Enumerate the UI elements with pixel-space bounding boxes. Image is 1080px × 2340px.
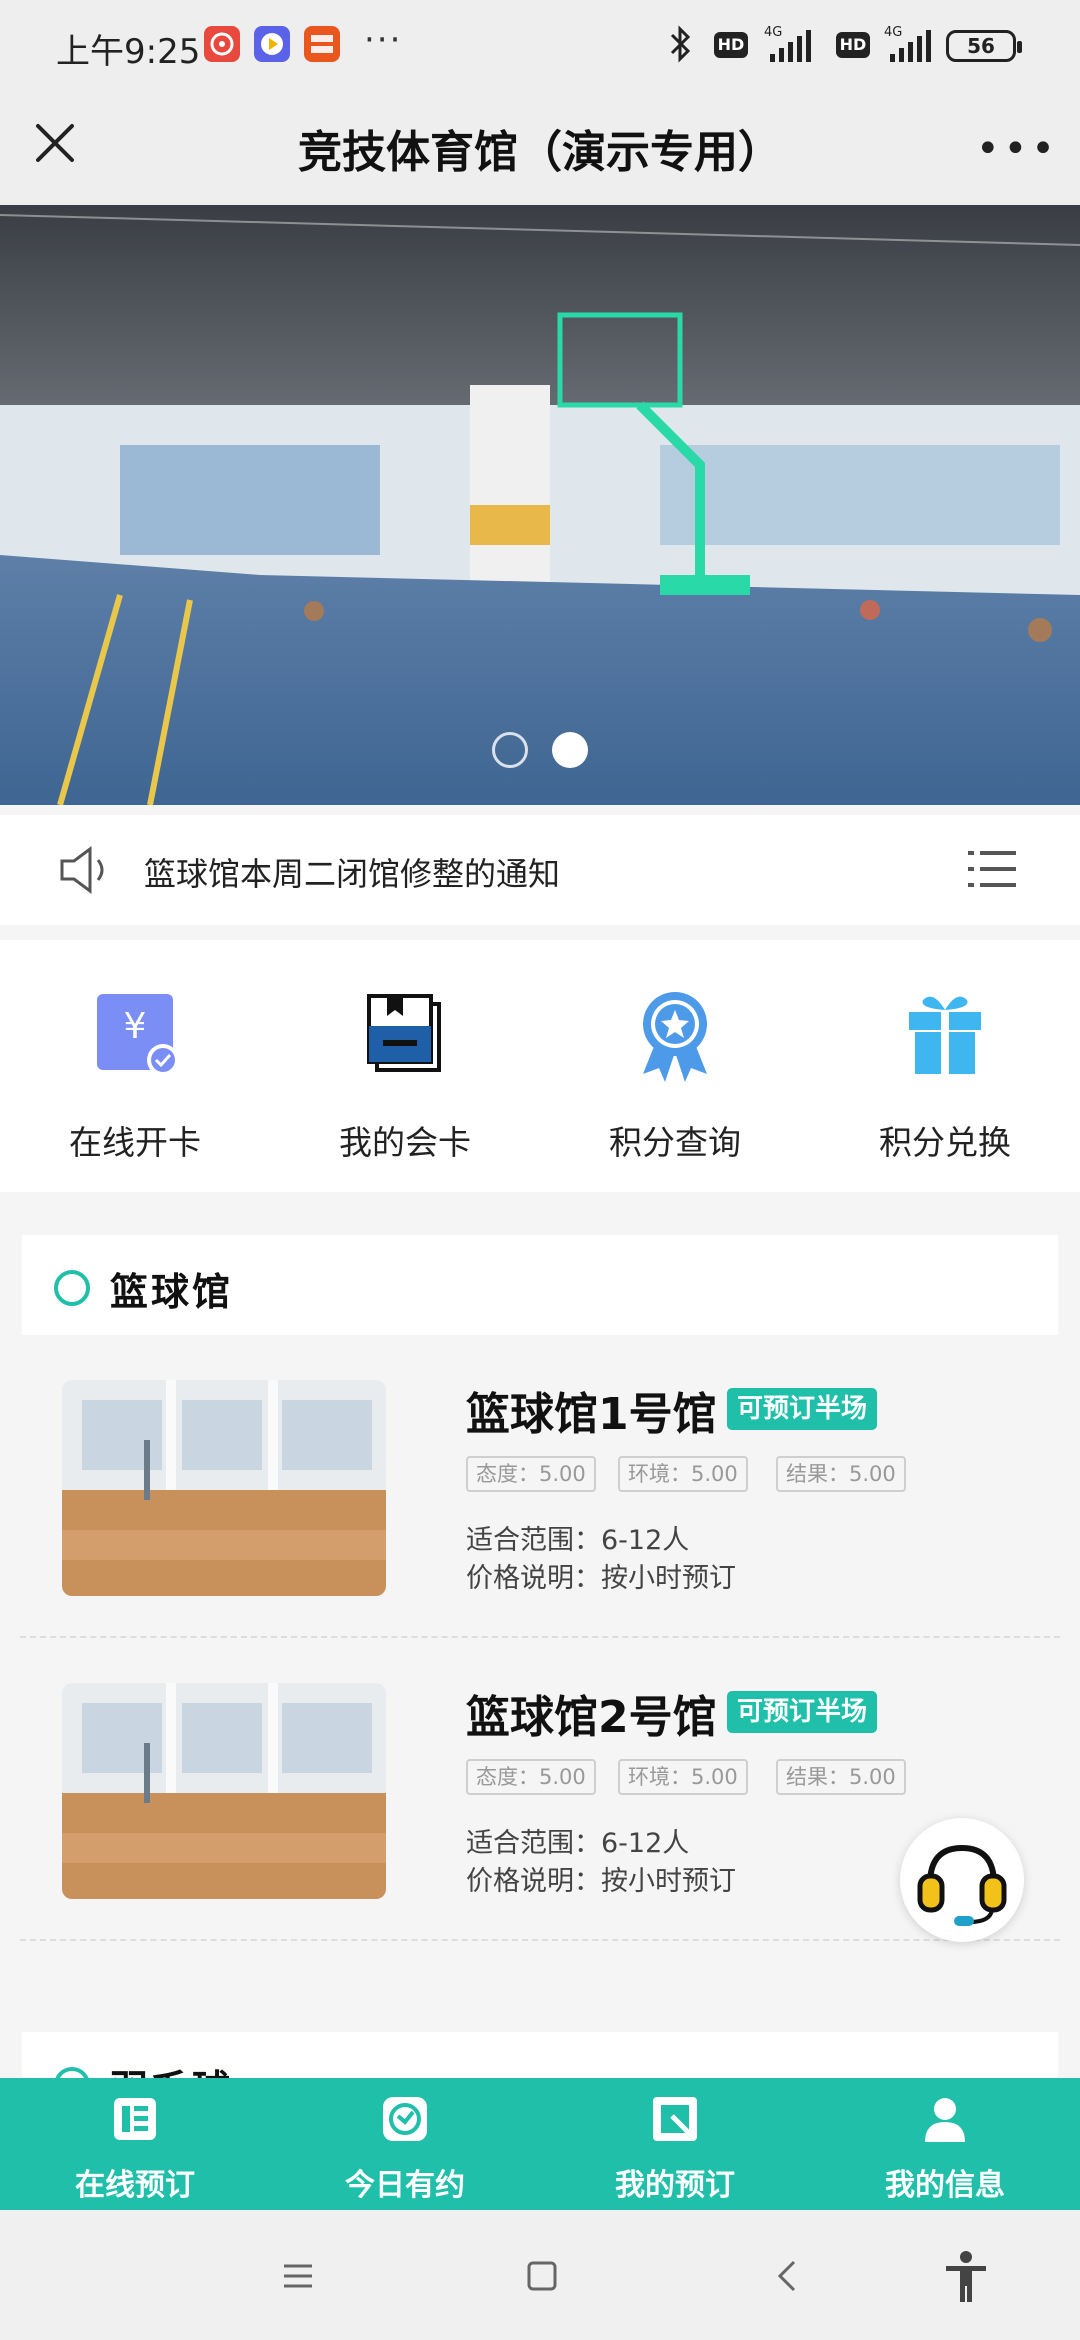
rating-result: 结果：5.00 [776,1456,906,1492]
headset-icon [917,1844,1007,1926]
bank-app-icon [304,26,340,62]
venue-capacity: 适合范围：6-12人 [466,1525,690,1556]
half-court-badge: 可预订半场 [727,1691,878,1733]
bottom-tab-bar: 在线预订 今日有约 我的预订 我的信息 [0,2078,1080,2210]
carousel-dot-1[interactable] [492,732,528,768]
carousel-dot-2-active[interactable] [552,732,588,768]
tab-online-booking-label: 在线预订 [75,2168,195,2203]
half-court-badge: 可预订半场 [727,1388,878,1430]
hd-voice-icon: HD [714,32,748,58]
venue-name: 篮球馆1号馆 [466,1389,717,1440]
home-icon[interactable] [514,2248,570,2304]
venue-price: 价格说明：按小时预订 [466,1563,736,1594]
quick-online-card-label: 在线开卡 [69,1123,201,1162]
hd-voice-icon-2: HD [836,32,870,58]
divider [20,1636,1060,1638]
speaker-icon [56,843,116,897]
quick-my-card-label: 我的会卡 [339,1123,471,1162]
venue-photo [62,1380,386,1596]
status-time: 上午9:25 [56,32,201,72]
points-badge-icon [625,982,725,1082]
quick-online-card[interactable]: ¥ 在线开卡 [0,940,270,1192]
signal-icon-2: 4G [878,24,940,66]
netease-music-app-icon [204,26,240,62]
svg-text:¥: ¥ [124,1006,147,1047]
member-card-icon [355,982,455,1082]
quick-points-query-label: 积分查询 [609,1123,741,1162]
quick-points-exchange-label: 积分兑换 [879,1123,1011,1162]
rating-environment: 环境：5.00 [618,1759,748,1795]
quick-menu: ¥ 在线开卡 我的会卡 积分查询 积分兑换 [0,940,1080,1192]
venue-price: 价格说明：按小时预订 [466,1866,736,1897]
rating-attitude: 态度：5.00 [466,1759,596,1795]
customer-service-button[interactable] [900,1818,1024,1942]
gift-icon [895,982,995,1082]
section-header-basketball: 篮球馆 [22,1235,1058,1335]
banner-gym-photo [0,205,1080,805]
svg-text:4G: 4G [764,25,782,40]
bluetooth-icon [666,24,696,70]
tab-my-booking-label: 我的预订 [615,2168,735,2203]
section-circle-icon [54,1270,90,1306]
rating-result: 结果：5.00 [776,1759,906,1795]
venue-photo [62,1683,386,1899]
quick-my-card[interactable]: 我的会卡 [270,940,540,1192]
banner-carousel[interactable] [0,205,1080,805]
rating-environment: 环境：5.00 [618,1456,748,1492]
video-app-icon [254,26,290,62]
quick-points-query[interactable]: 积分查询 [540,940,810,1192]
accessibility-icon[interactable] [938,2248,994,2304]
status-bar: 上午9:25 ··· HD 4G HD 4G 56 [0,0,1080,90]
rating-attitude: 态度：5.00 [466,1456,596,1492]
status-more-icon: ··· [364,20,403,60]
menu-icon[interactable] [270,2248,326,2304]
clock-icon [380,2094,430,2144]
notice-bar[interactable]: 篮球馆本周二闭馆修整的通知 [0,815,1080,925]
tab-online-booking[interactable]: 在线预订 [0,2078,270,2210]
venue-card[interactable]: 篮球馆1号馆 可预订半场 态度：5.00 环境：5.00 结果：5.00 适合范… [20,1338,1060,1638]
booking-list-icon [110,2094,160,2144]
quick-points-exchange[interactable]: 积分兑换 [810,940,1080,1192]
tab-my-info[interactable]: 我的信息 [810,2078,1080,2210]
tab-my-booking[interactable]: 我的预订 [540,2078,810,2210]
system-navigation-bar [0,2210,1080,2340]
notice-text[interactable]: 篮球馆本周二闭馆修整的通知 [144,849,560,895]
signal-icon: 4G [758,24,820,66]
tab-today-appointment[interactable]: 今日有约 [270,2078,540,2210]
battery-indicator: 56 [946,30,1022,62]
my-booking-icon [650,2094,700,2144]
tab-my-info-label: 我的信息 [885,2168,1005,2203]
page-title: 竞技体育馆（演示专用） [298,127,782,178]
user-icon [920,2094,970,2144]
nav-bar: 竞技体育馆（演示专用） ••• [0,90,1080,205]
venue-name: 篮球馆2号馆 [466,1692,717,1743]
svg-text:4G: 4G [884,25,902,40]
list-icon[interactable] [966,845,1018,893]
card-yen-icon: ¥ [85,982,185,1082]
tab-today-appointment-label: 今日有约 [345,2168,465,2203]
more-options-icon[interactable]: ••• [976,126,1059,172]
section-title: 篮球馆 [110,1270,234,1314]
venue-capacity: 适合范围：6-12人 [466,1828,690,1859]
back-icon[interactable] [760,2248,816,2304]
